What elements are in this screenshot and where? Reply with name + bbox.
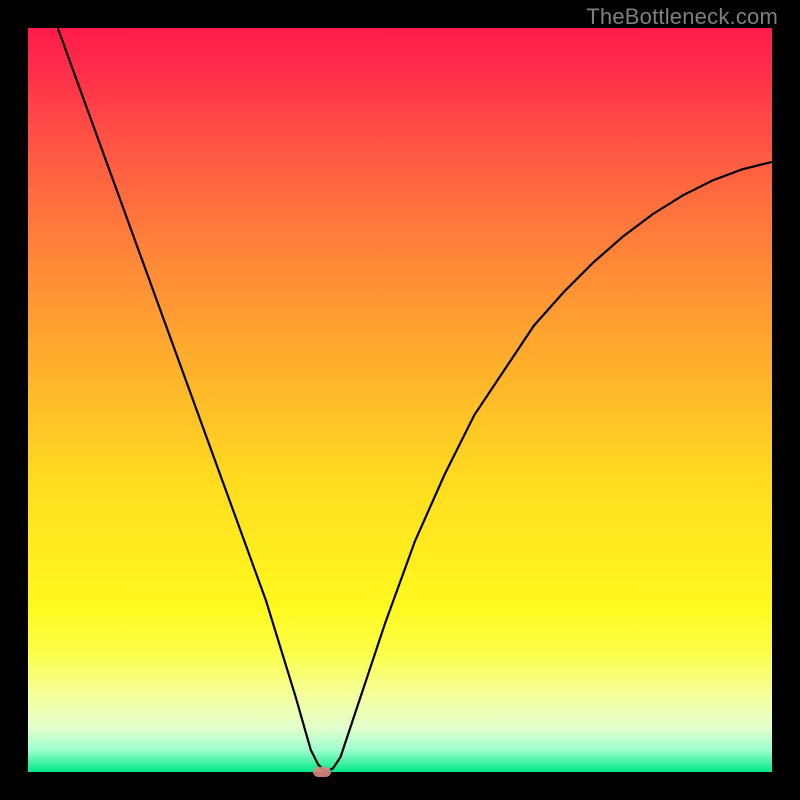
optimal-point-marker <box>313 767 331 777</box>
bottleneck-curve <box>28 28 772 772</box>
watermark-text: TheBottleneck.com <box>586 4 778 30</box>
plot-area <box>28 28 772 772</box>
chart-frame: TheBottleneck.com <box>0 0 800 800</box>
